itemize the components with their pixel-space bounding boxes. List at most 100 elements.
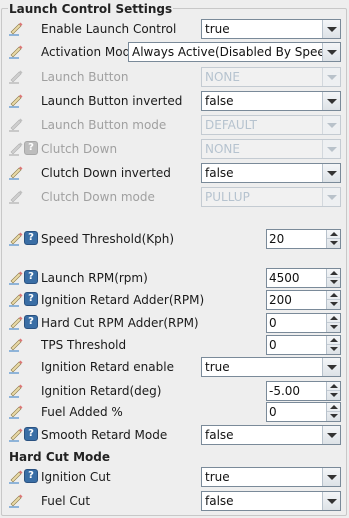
pencil-edit-icon bbox=[8, 141, 24, 157]
row-launch-rpm: ? Launch RPM(rpm) 4500 bbox=[0, 267, 349, 289]
increment-arrow-icon[interactable] bbox=[327, 291, 340, 300]
label-hard-cut-rpm-adder: Hard Cut RPM Adder(RPM) bbox=[41, 316, 199, 330]
help-icon: ? bbox=[24, 141, 38, 155]
label-ignition-retard-enable: Ignition Retard enable bbox=[41, 360, 174, 374]
pencil-edit-icon bbox=[8, 189, 24, 205]
ignition-retard-enable-value: true bbox=[205, 360, 230, 374]
decrement-arrow-icon[interactable] bbox=[327, 323, 340, 332]
row-ignition-retard-enable: Ignition Retard enable true bbox=[0, 356, 349, 378]
row-launch-button: Launch Button NONE bbox=[0, 66, 349, 88]
label-launch-rpm: Launch RPM(rpm) bbox=[41, 271, 148, 285]
decrement-arrow-icon[interactable] bbox=[327, 391, 340, 400]
increment-arrow-icon[interactable] bbox=[327, 403, 340, 412]
speed-threshold-value[interactable]: 20 bbox=[269, 232, 284, 246]
label-launch-button-inverted: Launch Button inverted bbox=[41, 94, 183, 108]
help-icon[interactable]: ? bbox=[24, 231, 38, 245]
decrement-arrow-icon[interactable] bbox=[327, 345, 340, 354]
row-launch-button-mode: Launch Button mode DEFAULT bbox=[0, 114, 349, 136]
pencil-edit-icon[interactable] bbox=[8, 427, 24, 443]
pencil-edit-icon[interactable] bbox=[8, 337, 24, 353]
smooth-retard-mode-value: false bbox=[205, 428, 234, 442]
enable-launch-control-value: true bbox=[205, 22, 230, 36]
pencil-edit-icon[interactable] bbox=[8, 292, 24, 308]
row-hard-cut-rpm-adder: ? Hard Cut RPM Adder(RPM) 0 bbox=[0, 312, 349, 334]
spinner-buttons bbox=[326, 403, 340, 421]
speed-threshold-spinner[interactable]: 20 bbox=[266, 229, 341, 249]
pencil-edit-icon[interactable] bbox=[8, 21, 24, 37]
chevron-down-icon[interactable] bbox=[322, 492, 340, 510]
increment-arrow-icon[interactable] bbox=[327, 314, 340, 323]
ignition-retard-adder-spinner[interactable]: 200 bbox=[266, 290, 341, 310]
ignition-retard-enable-dropdown[interactable]: true bbox=[201, 357, 341, 377]
hard-cut-rpm-adder-value[interactable]: 0 bbox=[269, 316, 277, 330]
row-activation-mode: Activation Mode Always Active(Disabled B… bbox=[0, 41, 349, 63]
launch-button-inverted-dropdown[interactable]: false bbox=[201, 91, 341, 111]
pencil-edit-icon[interactable] bbox=[8, 493, 24, 509]
smooth-retard-mode-dropdown[interactable]: false bbox=[201, 425, 341, 445]
decrement-arrow-icon[interactable] bbox=[327, 300, 340, 309]
chevron-down-icon[interactable] bbox=[322, 468, 340, 486]
label-ignition-cut: Ignition Cut bbox=[41, 470, 111, 484]
row-clutch-down-inverted: Clutch Down inverted false bbox=[0, 162, 349, 184]
increment-arrow-icon[interactable] bbox=[327, 269, 340, 278]
chevron-down-icon[interactable] bbox=[322, 358, 340, 376]
label-tps-threshold: TPS Threshold bbox=[41, 338, 127, 352]
label-fuel-cut: Fuel Cut bbox=[41, 494, 91, 508]
ignition-retard-spinner[interactable]: -5.00 bbox=[266, 381, 341, 401]
label-speed-threshold: Speed Threshold(Kph) bbox=[41, 232, 175, 246]
decrement-arrow-icon[interactable] bbox=[327, 278, 340, 287]
chevron-down-icon[interactable] bbox=[322, 43, 340, 61]
pencil-edit-icon[interactable] bbox=[8, 359, 24, 375]
help-icon[interactable]: ? bbox=[24, 292, 38, 306]
row-ignition-retard: Ignition Retard(deg) -5.00 bbox=[0, 380, 349, 402]
fuel-added-spinner[interactable]: 0 bbox=[266, 402, 341, 422]
fuel-cut-dropdown[interactable]: false bbox=[201, 491, 341, 511]
hard-cut-rpm-adder-spinner[interactable]: 0 bbox=[266, 313, 341, 333]
pencil-edit-icon[interactable] bbox=[8, 44, 24, 60]
launch-rpm-value[interactable]: 4500 bbox=[269, 271, 300, 285]
help-icon[interactable]: ? bbox=[24, 469, 38, 483]
increment-arrow-icon[interactable] bbox=[327, 382, 340, 391]
help-icon[interactable]: ? bbox=[24, 270, 38, 284]
pencil-edit-icon[interactable] bbox=[8, 165, 24, 181]
chevron-down-icon[interactable] bbox=[322, 20, 340, 38]
pencil-edit-icon[interactable] bbox=[8, 231, 24, 247]
launch-rpm-spinner[interactable]: 4500 bbox=[266, 268, 341, 288]
increment-arrow-icon[interactable] bbox=[327, 230, 340, 239]
enable-launch-control-dropdown[interactable]: true bbox=[201, 19, 341, 39]
pencil-edit-icon[interactable] bbox=[8, 270, 24, 286]
help-icon[interactable]: ? bbox=[24, 315, 38, 329]
clutch-down-dropdown: NONE bbox=[201, 139, 341, 159]
decrement-arrow-icon[interactable] bbox=[327, 239, 340, 248]
help-icon[interactable]: ? bbox=[24, 427, 38, 441]
chevron-down-icon[interactable] bbox=[322, 164, 340, 182]
chevron-down-icon bbox=[322, 140, 340, 158]
ignition-cut-value: true bbox=[205, 470, 230, 484]
chevron-down-icon bbox=[322, 116, 340, 134]
decrement-arrow-icon[interactable] bbox=[327, 412, 340, 421]
ignition-cut-dropdown[interactable]: true bbox=[201, 467, 341, 487]
pencil-edit-icon[interactable] bbox=[8, 315, 24, 331]
ignition-retard-adder-value[interactable]: 200 bbox=[269, 293, 292, 307]
pencil-edit-icon[interactable] bbox=[8, 93, 24, 109]
fuel-added-value[interactable]: 0 bbox=[269, 405, 277, 419]
pencil-edit-icon[interactable] bbox=[8, 383, 24, 399]
clutch-down-value: NONE bbox=[205, 142, 240, 156]
pencil-edit-icon bbox=[8, 69, 24, 85]
increment-arrow-icon[interactable] bbox=[327, 336, 340, 345]
label-clutch-down-mode: Clutch Down mode bbox=[41, 190, 155, 204]
tps-threshold-spinner[interactable]: 0 bbox=[266, 335, 341, 355]
pencil-edit-icon[interactable] bbox=[8, 469, 24, 485]
clutch-down-mode-value: PULLUP bbox=[205, 190, 250, 204]
row-smooth-retard-mode: ? Smooth Retard Mode false bbox=[0, 424, 349, 446]
row-clutch-down: ? Clutch Down NONE bbox=[0, 138, 349, 160]
chevron-down-icon[interactable] bbox=[322, 426, 340, 444]
section-title-launch-control: Launch Control Settings bbox=[8, 2, 174, 16]
pencil-edit-icon[interactable] bbox=[8, 404, 24, 420]
clutch-down-inverted-dropdown[interactable]: false bbox=[201, 163, 341, 183]
row-fuel-added: Fuel Added % 0 bbox=[0, 401, 349, 423]
ignition-retard-value[interactable]: -5.00 bbox=[269, 384, 300, 398]
tps-threshold-value[interactable]: 0 bbox=[269, 338, 277, 352]
chevron-down-icon[interactable] bbox=[322, 92, 340, 110]
activation-mode-dropdown[interactable]: Always Active(Disabled By Speed) bbox=[128, 42, 341, 62]
